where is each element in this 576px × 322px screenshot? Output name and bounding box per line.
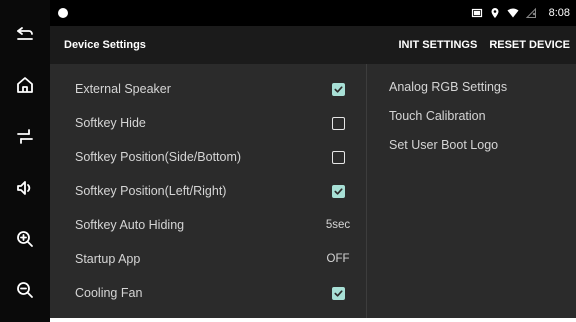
softkey-position-button[interactable] [7,121,43,151]
device-screen: 8:08 Device Settings INIT SETTINGS RESET… [0,0,576,322]
setting-label: Softkey Auto Hiding [75,218,185,232]
bottom-edge [50,318,576,322]
volume-button[interactable] [7,173,43,203]
setting-softkey-position-side-bottom[interactable]: Softkey Position(Side/Bottom) [75,140,366,174]
no-signal-icon [525,7,536,18]
setting-softkey-hide[interactable]: Softkey Hide [75,106,366,140]
notification-dot-icon [58,8,68,18]
setting-softkey-position-left-right[interactable]: Softkey Position(Left/Right) [75,174,366,208]
softkey-position-left-right-checkbox[interactable] [331,184,345,198]
setting-cooling-fan[interactable]: Cooling Fan [75,276,366,310]
setting-external-speaker[interactable]: External Speaker [75,72,366,106]
status-bar: 8:08 [50,0,576,26]
advanced-menu: Analog RGB Settings Touch Calibration Se… [367,64,576,318]
init-settings-button[interactable]: INIT SETTINGS [398,39,477,51]
checkmark-icon [333,187,343,195]
external-speaker-checkbox[interactable] [331,82,345,96]
zoom-in-button[interactable] [7,224,43,254]
header-actions: INIT SETTINGS RESET DEVICE [398,39,570,51]
page-title: Device Settings [64,39,146,51]
status-time: 8:08 [548,7,570,19]
location-icon [491,8,499,18]
startup-app-value: OFF [326,253,350,265]
screenshot-icon [471,8,482,18]
back-icon [17,26,33,40]
softkey-position-icon [17,129,33,145]
wifi-icon [507,8,519,18]
menu-item-set-user-boot-logo[interactable]: Set User Boot Logo [389,130,576,159]
setting-label: External Speaker [75,82,171,96]
setting-label: Startup App [75,252,141,266]
softkey-bar [0,0,50,322]
setting-startup-app[interactable]: Startup App OFF [75,242,366,276]
setting-softkey-auto-hiding[interactable]: Softkey Auto Hiding 5sec [75,208,366,242]
home-icon [17,77,33,93]
checkmark-icon [333,289,343,297]
zoom-out-icon [17,282,33,299]
setting-label: Cooling Fan [75,286,143,300]
reset-device-button[interactable]: RESET DEVICE [489,39,570,51]
settings-list: External Speaker Softkey Hide Softkey Po… [50,64,366,318]
cooling-fan-checkbox[interactable] [331,286,345,300]
checkmark-icon [333,85,343,93]
setting-label: Softkey Position(Side/Bottom) [75,150,242,164]
header: Device Settings INIT SETTINGS RESET DEVI… [50,26,576,64]
setting-label: Softkey Position(Left/Right) [75,184,227,198]
menu-item-analog-rgb-settings[interactable]: Analog RGB Settings [389,72,576,101]
softkey-position-side-bottom-checkbox[interactable] [331,150,345,164]
softkey-hide-checkbox[interactable] [331,116,345,130]
settings-panel: External Speaker Softkey Hide Softkey Po… [50,64,576,318]
status-icons: 8:08 [471,7,570,19]
home-button[interactable] [7,70,43,100]
zoom-in-icon [17,231,33,247]
zoom-out-button[interactable] [7,275,43,305]
softkey-auto-hiding-value: 5sec [325,219,351,231]
menu-item-touch-calibration[interactable]: Touch Calibration [389,101,576,130]
setting-label: Softkey Hide [75,116,146,130]
back-button[interactable] [7,19,43,49]
volume-icon [17,180,31,195]
